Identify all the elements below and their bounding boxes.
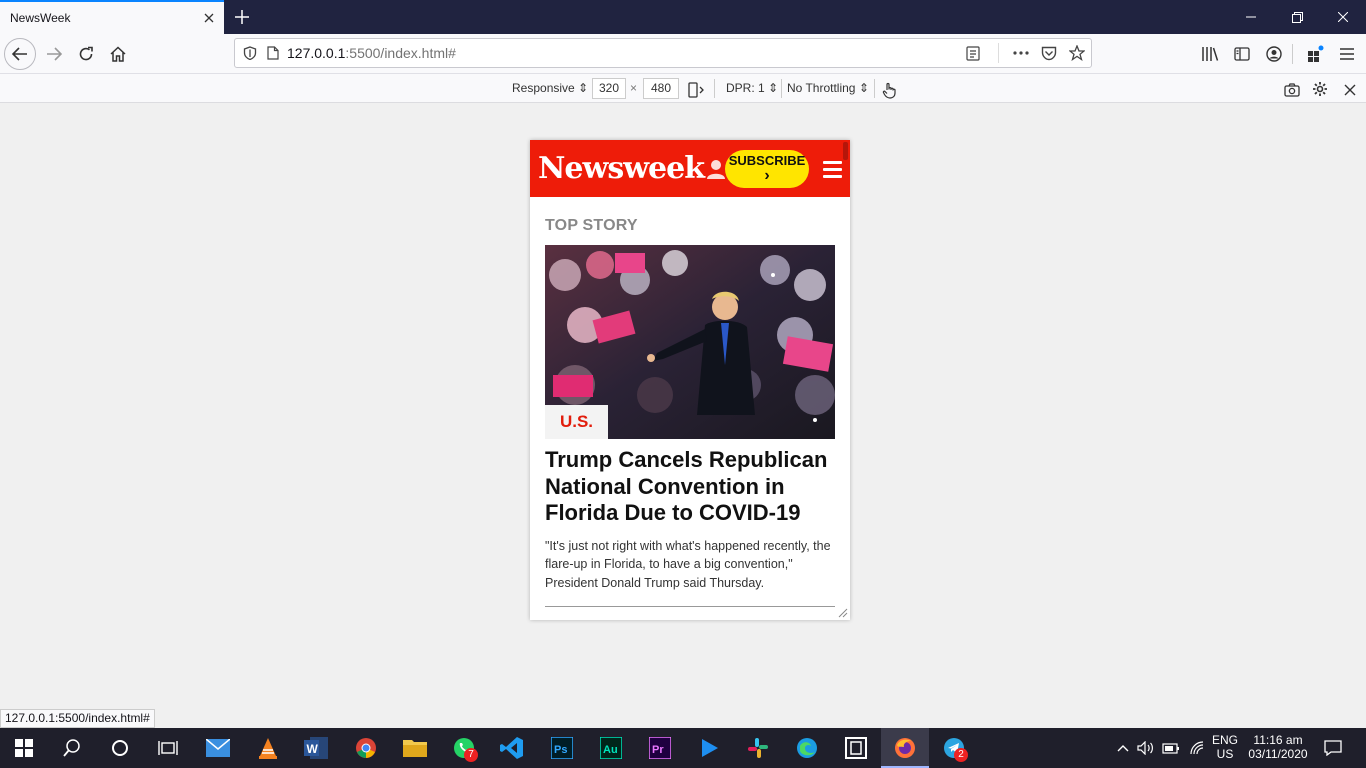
tab-title: NewsWeek — [10, 11, 71, 25]
responsive-design-toolbar: Responsive ⇕ 320 × 480 DPR: 1 ⇕ No Throt… — [0, 74, 1366, 103]
restore-icon[interactable] — [1274, 0, 1320, 34]
app-menu-icon[interactable] — [1331, 38, 1363, 70]
settings-gear-icon[interactable] — [1312, 79, 1328, 99]
app-window-icon[interactable] — [844, 736, 868, 760]
subscribe-arrow: › — [764, 167, 770, 184]
subscribe-button[interactable]: SUBSCRIBE › — [725, 150, 809, 188]
site-header: Newsweek SUBSCRIBE › — [530, 140, 850, 197]
windows-taskbar: W 7 Ps Au Pr 2 ENG US 11:16 am 03/11/202… — [0, 728, 1366, 768]
file-explorer-icon[interactable] — [403, 736, 427, 760]
telegram-icon[interactable]: 2 — [942, 736, 968, 762]
status-url: 127.0.0.1:5500/index.html# — [0, 709, 155, 728]
story-divider — [545, 606, 835, 607]
newsweek-logo[interactable]: Newsweek — [538, 151, 705, 186]
language-indicator[interactable]: ENG US — [1210, 728, 1240, 768]
device-selector[interactable]: Responsive ⇕ — [512, 78, 588, 98]
shield-icon[interactable] — [243, 46, 257, 60]
photoshop-icon[interactable]: Ps — [550, 736, 574, 760]
reload-button[interactable] — [70, 38, 102, 70]
page-info-icon[interactable] — [267, 46, 279, 60]
chrome-icon[interactable] — [354, 736, 378, 760]
media-player-icon[interactable] — [697, 736, 721, 760]
library-icon[interactable] — [1194, 38, 1226, 70]
hamburger-menu-icon[interactable] — [823, 161, 842, 182]
search-icon[interactable] — [60, 736, 84, 760]
story-summary: "It's just not right with what's happene… — [545, 538, 831, 590]
viewport-width-input[interactable]: 320 — [592, 78, 626, 99]
clock[interactable]: 11:16 am 03/11/2020 — [1244, 728, 1312, 768]
task-view-icon[interactable] — [156, 736, 180, 760]
premiere-icon[interactable]: Pr — [648, 736, 672, 760]
clock-time: 11:16 am — [1253, 733, 1303, 747]
throttling-label: No Throttling — [787, 81, 856, 95]
minimize-icon[interactable] — [1228, 0, 1274, 34]
url-host: 127.0.0.1 — [287, 45, 346, 61]
tab-strip: NewsWeek — [0, 0, 1366, 34]
screenshot-icon[interactable] — [1284, 80, 1300, 100]
show-hidden-icons[interactable] — [1114, 728, 1132, 768]
notifications-icon[interactable] — [1322, 728, 1344, 768]
close-tab-icon[interactable] — [194, 13, 224, 23]
account-icon[interactable] — [1258, 38, 1290, 70]
language-bottom: US — [1216, 747, 1234, 761]
edge-icon[interactable] — [795, 736, 819, 760]
volume-icon[interactable] — [1136, 728, 1156, 768]
forward-button[interactable] — [38, 38, 70, 70]
bookmark-star-icon[interactable] — [1069, 45, 1085, 61]
url-path: :5500/index.html# — [345, 45, 456, 61]
new-tab-icon[interactable] — [230, 5, 254, 29]
close-window-icon[interactable] — [1320, 0, 1366, 34]
main-content: TOP STORY U.S. Trump Cancels Republican … — [530, 197, 850, 607]
extensions-icon[interactable] — [1299, 38, 1331, 70]
rotate-viewport-icon[interactable] — [688, 80, 704, 100]
home-button[interactable] — [102, 38, 134, 70]
svg-text:Pr: Pr — [652, 744, 664, 756]
more-actions-icon[interactable] — [1013, 51, 1029, 55]
navigation-toolbar: 127.0.0.1:5500/index.html# — [0, 34, 1366, 74]
language-top: ENG — [1211, 733, 1238, 747]
vscode-icon[interactable] — [500, 736, 524, 760]
dpr-selector[interactable]: DPR: 1 ⇕ — [726, 78, 778, 98]
story-headline[interactable]: Trump Cancels Republican National Conven… — [545, 447, 835, 527]
close-rdm-icon[interactable] — [1344, 80, 1356, 100]
clock-date: 03/11/2020 — [1248, 747, 1308, 761]
story-image[interactable]: U.S. — [545, 245, 835, 439]
sidebar-icon[interactable] — [1226, 38, 1258, 70]
reader-view-icon[interactable] — [966, 45, 980, 61]
slack-icon[interactable] — [746, 736, 770, 760]
svg-text:W: W — [307, 742, 319, 756]
section-heading: TOP STORY — [545, 217, 638, 234]
windows-start-icon[interactable] — [12, 736, 36, 760]
viewport-height-input[interactable]: 480 — [643, 78, 679, 99]
whatsapp-badge: 7 — [464, 748, 478, 762]
scrollbar-thumb[interactable] — [843, 142, 848, 160]
throttling-selector[interactable]: No Throttling ⇕ — [787, 78, 869, 98]
pocket-icon[interactable] — [1041, 46, 1057, 61]
device-selector-label: Responsive — [512, 81, 575, 95]
url-text: 127.0.0.1:5500/index.html# — [287, 45, 456, 61]
battery-icon[interactable] — [1160, 728, 1182, 768]
subscribe-label: SUBSCRIBE — [728, 153, 806, 168]
svg-text:Au: Au — [603, 744, 618, 756]
word-icon[interactable]: W — [304, 736, 328, 760]
address-bar[interactable]: 127.0.0.1:5500/index.html# — [234, 38, 1092, 68]
dpr-label: DPR: 1 — [726, 81, 765, 95]
telegram-badge: 2 — [954, 748, 968, 762]
back-button[interactable] — [4, 38, 36, 70]
touch-simulation-icon[interactable] — [882, 80, 896, 100]
user-icon[interactable] — [707, 159, 726, 179]
network-icon[interactable] — [1186, 728, 1208, 768]
whatsapp-icon[interactable]: 7 — [452, 736, 478, 762]
tab-newsweek[interactable]: NewsWeek — [0, 0, 224, 34]
vlc-icon[interactable] — [256, 736, 280, 760]
audition-icon[interactable]: Au — [599, 736, 623, 760]
cortana-icon[interactable] — [108, 736, 132, 760]
firefox-icon[interactable] — [893, 736, 917, 760]
svg-text:Ps: Ps — [554, 744, 567, 756]
category-tag[interactable]: U.S. — [545, 405, 608, 439]
resize-handle-icon[interactable] — [836, 606, 848, 618]
mail-icon[interactable] — [206, 736, 230, 760]
dimension-separator: × — [630, 81, 638, 95]
device-viewport: Newsweek SUBSCRIBE › TOP STORY U.S. Trum… — [530, 140, 850, 620]
